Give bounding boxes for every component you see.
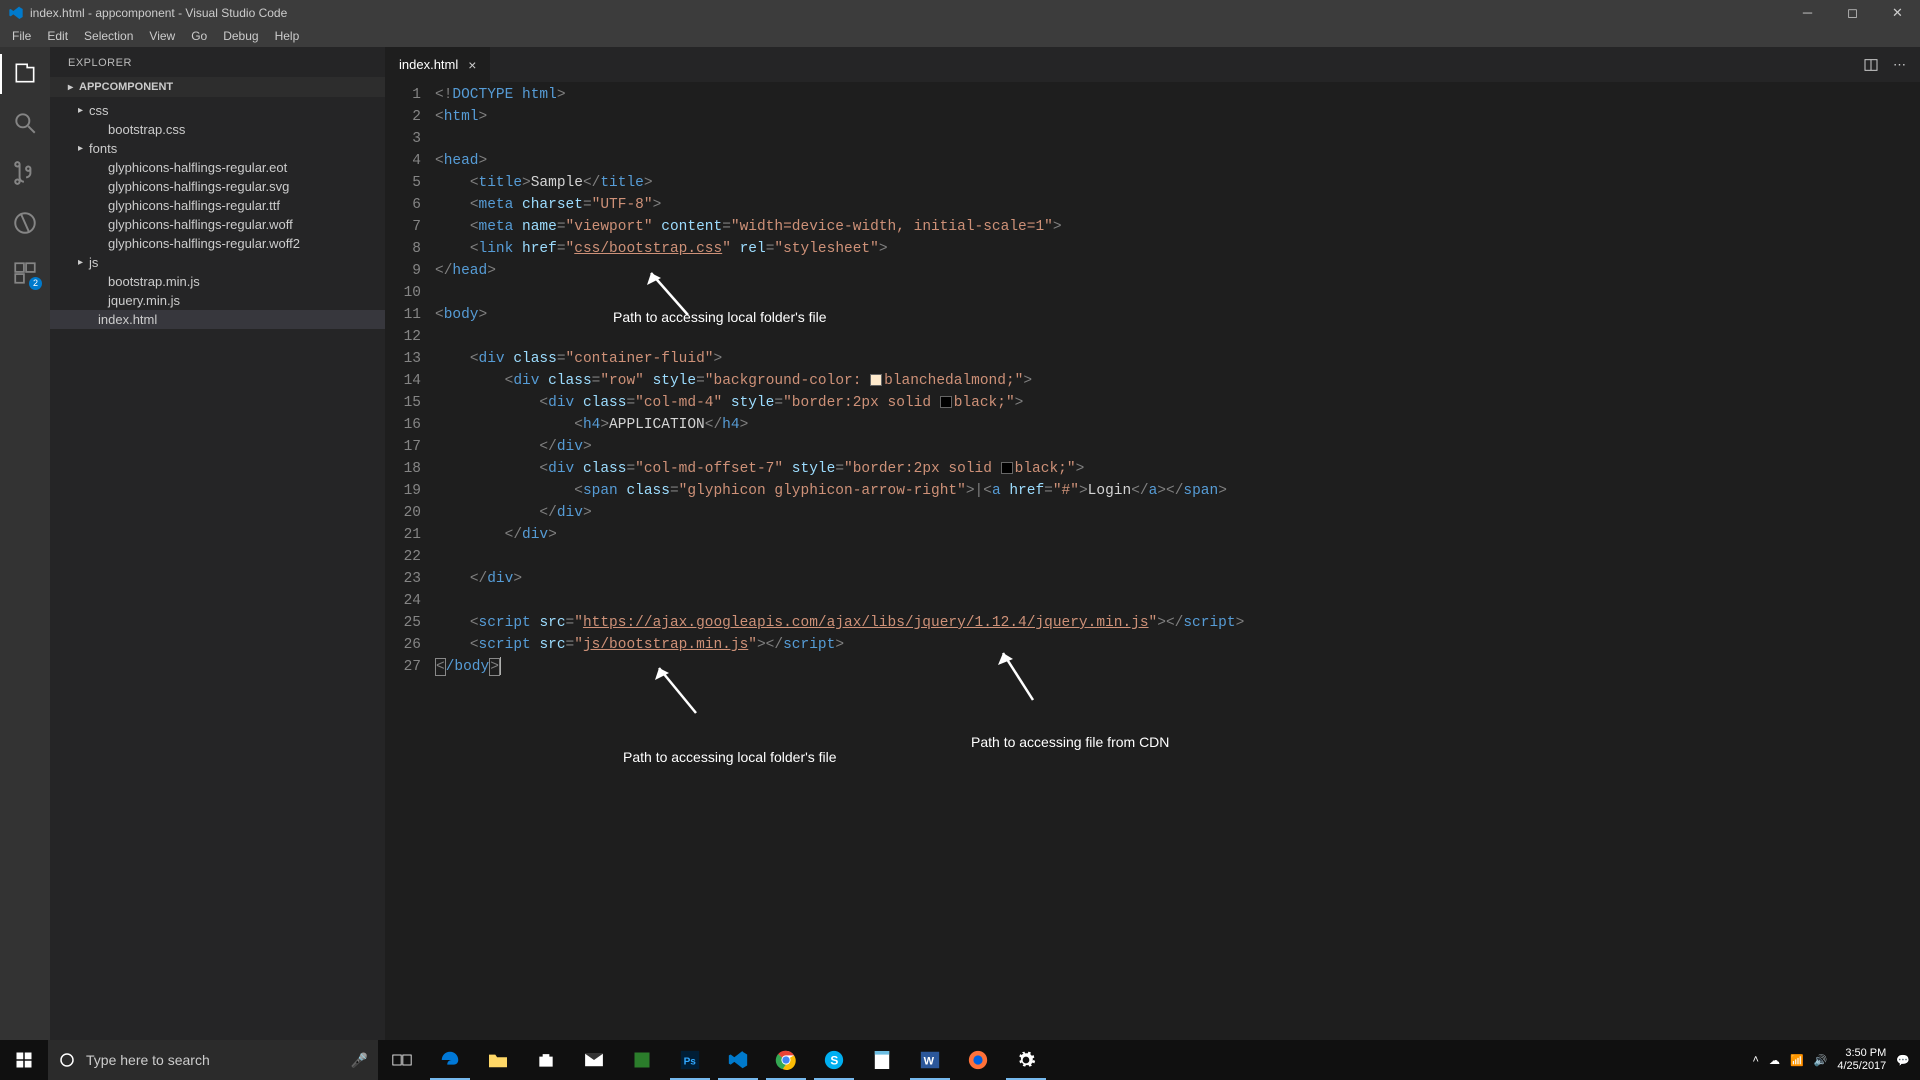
tab-close-icon[interactable]: × xyxy=(468,57,476,73)
file-item[interactable]: jquery.min.js xyxy=(50,291,385,310)
folder-fonts[interactable]: ▸fonts xyxy=(50,139,385,158)
skype-icon[interactable]: S xyxy=(810,1040,858,1080)
file-item[interactable]: glyphicons-halflings-regular.eot xyxy=(50,158,385,177)
tab-bar: index.html × ⋯ xyxy=(385,47,1920,82)
close-button[interactable]: ✕ xyxy=(1875,0,1920,25)
notepad-icon[interactable] xyxy=(858,1040,906,1080)
start-button[interactable] xyxy=(0,1040,48,1080)
svg-text:S: S xyxy=(830,1054,838,1068)
photoshop-icon[interactable]: Ps xyxy=(666,1040,714,1080)
file-item[interactable]: bootstrap.css xyxy=(50,120,385,139)
file-item[interactable]: glyphicons-halflings-regular.svg xyxy=(50,177,385,196)
menubar: File Edit Selection View Go Debug Help xyxy=(0,25,1920,47)
file-tree: ▸css bootstrap.css ▸fonts glyphicons-hal… xyxy=(50,97,385,333)
store-icon[interactable] xyxy=(522,1040,570,1080)
file-explorer-icon[interactable] xyxy=(474,1040,522,1080)
tab-label: index.html xyxy=(399,57,458,72)
chevron-down-icon: ▸ xyxy=(78,257,83,268)
menu-selection[interactable]: Selection xyxy=(76,27,141,45)
volume-icon[interactable]: 🔊 xyxy=(1814,1054,1828,1067)
taskbar-clock[interactable]: 3:50 PM 4/25/2017 xyxy=(1837,1047,1886,1073)
debug-icon[interactable] xyxy=(11,209,39,237)
git-icon[interactable] xyxy=(11,159,39,187)
settings-icon[interactable] xyxy=(1002,1040,1050,1080)
folder-css[interactable]: ▸css xyxy=(50,101,385,120)
chevron-up-icon[interactable]: ˄ xyxy=(1753,1054,1759,1066)
vscode-logo-icon xyxy=(8,5,24,21)
svg-text:Ps: Ps xyxy=(684,1057,697,1068)
app-icon[interactable] xyxy=(618,1040,666,1080)
code-content[interactable]: <!DOCTYPE html><html><head> <title>Sampl… xyxy=(435,82,1920,1040)
file-item[interactable]: bootstrap.min.js xyxy=(50,272,385,291)
task-view-icon[interactable] xyxy=(378,1040,426,1080)
sidebar-section[interactable]: ▸ APPCOMPONENT xyxy=(50,77,385,97)
svg-text:W: W xyxy=(924,1056,935,1068)
cortana-icon xyxy=(58,1051,76,1069)
split-editor-icon[interactable] xyxy=(1863,57,1879,73)
maximize-button[interactable]: ◻ xyxy=(1830,0,1875,25)
chrome-icon[interactable] xyxy=(762,1040,810,1080)
mail-icon[interactable] xyxy=(570,1040,618,1080)
search-icon[interactable] xyxy=(11,109,39,137)
firefox-icon[interactable] xyxy=(954,1040,1002,1080)
file-item-selected[interactable]: index.html xyxy=(50,310,385,329)
notifications-icon[interactable]: 💬 xyxy=(1896,1054,1910,1067)
line-numbers: 1234567891011121314151617181920212223242… xyxy=(385,82,435,1040)
sidebar-header: EXPLORER xyxy=(50,47,385,77)
tray-icons[interactable]: ˄ ☁ 📶 🔊 xyxy=(1753,1054,1828,1067)
chevron-down-icon: ▸ xyxy=(78,143,83,154)
microphone-icon[interactable]: 🎤 xyxy=(351,1052,368,1069)
activity-bar: 2 xyxy=(0,47,50,1040)
sidebar: EXPLORER ▸ APPCOMPONENT ▸css bootstrap.c… xyxy=(50,47,385,1040)
menu-view[interactable]: View xyxy=(141,27,183,45)
chevron-down-icon: ▸ xyxy=(78,105,83,116)
minimize-button[interactable]: ─ xyxy=(1785,0,1830,25)
titlebar: index.html - appcomponent - Visual Studi… xyxy=(0,0,1920,25)
taskbar: Type here to search 🎤 Ps S W ˄ ☁ 📶 🔊 3:5… xyxy=(0,1040,1920,1080)
taskbar-search[interactable]: Type here to search 🎤 xyxy=(48,1040,378,1080)
menu-go[interactable]: Go xyxy=(183,27,215,45)
explorer-icon[interactable] xyxy=(11,59,39,87)
code-editor[interactable]: 1234567891011121314151617181920212223242… xyxy=(385,82,1920,1040)
menu-debug[interactable]: Debug xyxy=(215,27,266,45)
word-icon[interactable]: W xyxy=(906,1040,954,1080)
file-item[interactable]: glyphicons-halflings-regular.woff2 xyxy=(50,234,385,253)
extensions-icon[interactable]: 2 xyxy=(11,259,39,287)
folder-js[interactable]: ▸js xyxy=(50,253,385,272)
chevron-down-icon: ▸ xyxy=(68,82,73,93)
more-icon[interactable]: ⋯ xyxy=(1893,57,1906,73)
vscode-taskbar-icon[interactable] xyxy=(714,1040,762,1080)
onedrive-icon[interactable]: ☁ xyxy=(1769,1054,1780,1067)
wifi-icon[interactable]: 📶 xyxy=(1790,1054,1804,1067)
file-item[interactable]: glyphicons-halflings-regular.ttf xyxy=(50,196,385,215)
file-item[interactable]: glyphicons-halflings-regular.woff xyxy=(50,215,385,234)
editor-area: index.html × ⋯ 1234567891011121314151617… xyxy=(385,47,1920,1040)
menu-file[interactable]: File xyxy=(4,27,39,45)
tab-active[interactable]: index.html × xyxy=(385,47,491,82)
window-title: index.html - appcomponent - Visual Studi… xyxy=(30,6,287,20)
menu-help[interactable]: Help xyxy=(267,27,308,45)
edge-icon[interactable] xyxy=(426,1040,474,1080)
extensions-badge: 2 xyxy=(29,277,42,290)
menu-edit[interactable]: Edit xyxy=(39,27,76,45)
search-placeholder: Type here to search xyxy=(86,1052,210,1068)
